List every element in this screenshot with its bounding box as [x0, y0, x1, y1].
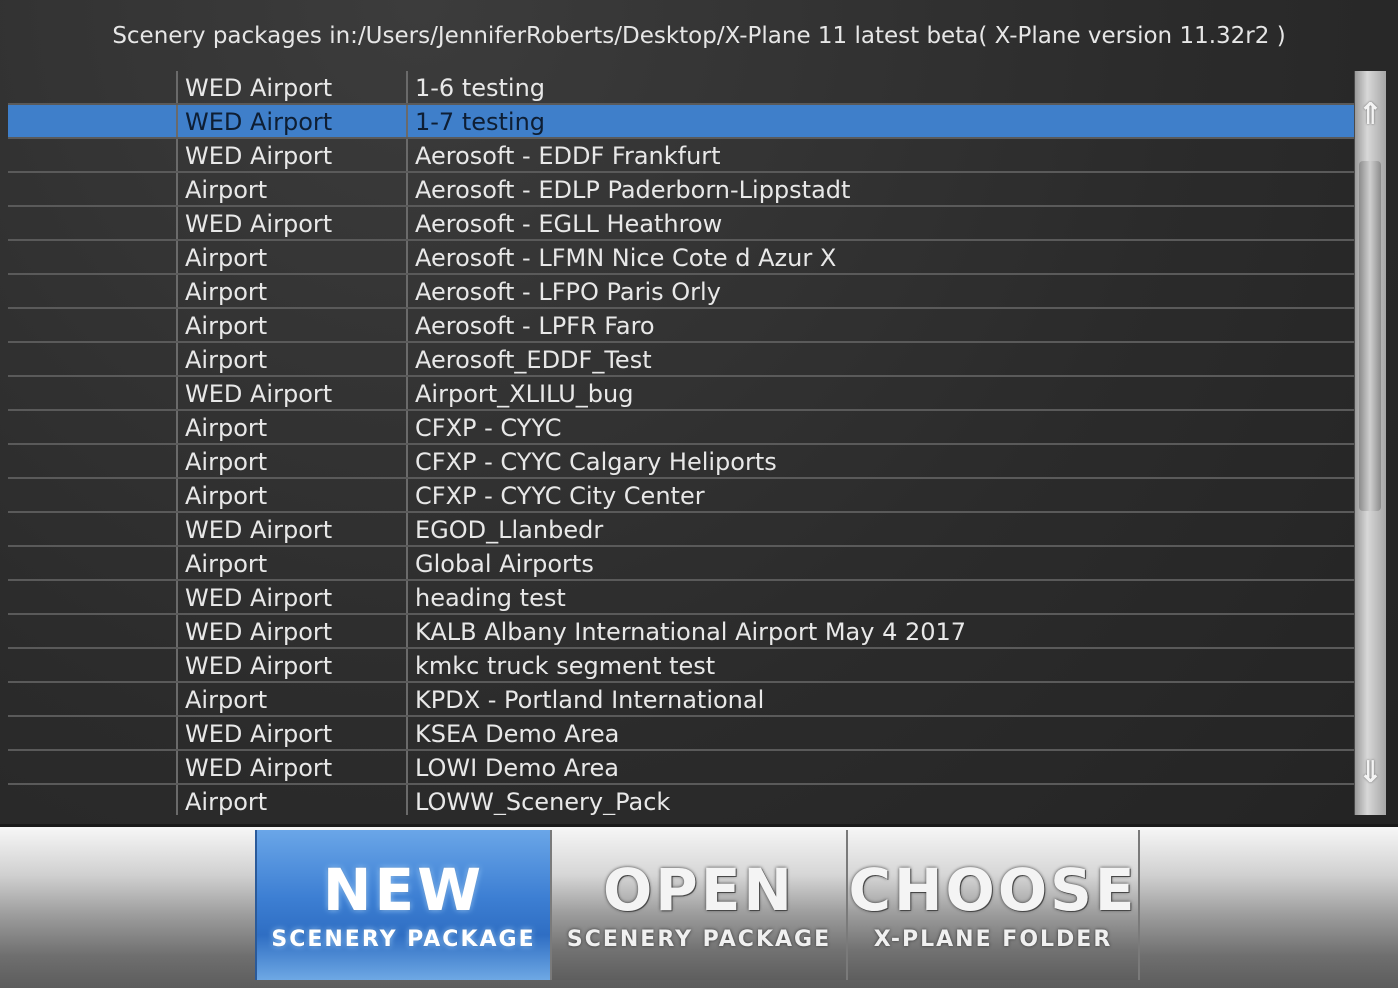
- package-type: WED Airport: [176, 71, 332, 103]
- package-row[interactable]: Airport Global Airports: [8, 547, 1354, 581]
- package-type: Airport: [176, 785, 267, 815]
- header-path: /Users/JenniferRoberts/Desktop/X-Plane 1…: [357, 23, 979, 49]
- package-row[interactable]: Airport Aerosoft - EDLP Paderborn-Lippsta…: [8, 173, 1354, 207]
- package-type: Airport: [176, 445, 267, 477]
- package-row[interactable]: Airport Aerosoft - LFPO Paris Orly: [8, 275, 1354, 309]
- package-name: EGOD_Llanbedr: [406, 513, 603, 545]
- package-row[interactable]: WED Airport KALB Albany International Air…: [8, 615, 1354, 649]
- package-name: 1-7 testing: [406, 105, 545, 137]
- package-name: Aerosoft_EDDF_Test: [406, 343, 652, 375]
- package-type: Airport: [176, 309, 267, 341]
- list-scrollbar[interactable]: ⇑ ⇓: [1354, 71, 1386, 815]
- package-type: Airport: [176, 173, 267, 205]
- package-type: WED Airport: [176, 105, 332, 137]
- open-button-subtitle: SCENERY PACKAGE: [566, 926, 832, 952]
- package-name: Aerosoft - EDDF Frankfurt: [406, 139, 721, 171]
- package-type: WED Airport: [176, 207, 332, 239]
- package-type: WED Airport: [176, 139, 332, 171]
- package-name: Aerosoft - LFMN Nice Cote d Azur X: [406, 241, 836, 273]
- package-row[interactable]: WED Airport EGOD_Llanbedr: [8, 513, 1354, 547]
- new-button-title: NEW: [322, 855, 485, 924]
- package-name: CFXP - CYYC Calgary Heliports: [406, 445, 777, 477]
- package-row[interactable]: Airport CFXP - CYYC Calgary Heliports: [8, 445, 1354, 479]
- package-row[interactable]: WED Airport 1-6 testing: [8, 71, 1354, 105]
- package-row[interactable]: Airport Aerosoft_EDDF_Test: [8, 343, 1354, 377]
- package-type: WED Airport: [176, 649, 332, 681]
- package-name: 1-6 testing: [406, 71, 545, 103]
- package-row[interactable]: WED Airport kmkc truck segment test: [8, 649, 1354, 683]
- choose-xplane-folder-button[interactable]: CHOOSE X-PLANE FOLDER: [846, 830, 1140, 980]
- package-row[interactable]: Airport Aerosoft - LFMN Nice Cote d Azur …: [8, 241, 1354, 275]
- package-name: CFXP - CYYC: [406, 411, 562, 443]
- package-name: KALB Albany International Airport May 4 …: [406, 615, 966, 647]
- package-type: Airport: [176, 683, 267, 715]
- new-scenery-package-button[interactable]: NEW SCENERY PACKAGE: [255, 830, 552, 980]
- package-row[interactable]: Airport KPDX - Portland International: [8, 683, 1354, 717]
- package-type: Airport: [176, 241, 267, 273]
- package-name: Aerosoft - LPFR Faro: [406, 309, 655, 341]
- package-name: Aerosoft - EGLL Heathrow: [406, 207, 722, 239]
- package-type: Airport: [176, 547, 267, 579]
- package-name: CFXP - CYYC City Center: [406, 479, 705, 511]
- package-type: WED Airport: [176, 377, 332, 409]
- header-version: ( X-Plane version 11.32r2 ): [978, 23, 1286, 49]
- package-name: KPDX - Portland International: [406, 683, 764, 715]
- package-name: Global Airports: [406, 547, 594, 579]
- package-type: Airport: [176, 479, 267, 511]
- package-row[interactable]: Airport CFXP - CYYC City Center: [8, 479, 1354, 513]
- package-type: WED Airport: [176, 581, 332, 613]
- package-type: Airport: [176, 411, 267, 443]
- choose-button-title: CHOOSE: [848, 855, 1138, 924]
- package-name: Aerosoft - LFPO Paris Orly: [406, 275, 721, 307]
- package-row[interactable]: WED Airport 1-7 testing: [8, 105, 1354, 139]
- package-row[interactable]: Airport LOWW_Scenery_Pack: [8, 785, 1354, 815]
- header-prefix: Scenery packages in:: [112, 23, 358, 49]
- package-name: LOWW_Scenery_Pack: [406, 785, 670, 815]
- package-name: LOWI Demo Area: [406, 751, 619, 783]
- package-name: kmkc truck segment test: [406, 649, 715, 681]
- scenery-package-list[interactable]: WED Airport 1-6 testing WED Airport 1-7 tes…: [8, 71, 1354, 815]
- package-name: Airport_XLILU_bug: [406, 377, 633, 409]
- package-row[interactable]: Airport CFXP - CYYC: [8, 411, 1354, 445]
- new-button-subtitle: SCENERY PACKAGE: [271, 926, 536, 952]
- package-type: Airport: [176, 343, 267, 375]
- package-name: KSEA Demo Area: [406, 717, 619, 749]
- package-row[interactable]: WED Airport Airport_XLILU_bug: [8, 377, 1354, 411]
- package-row[interactable]: WED Airport Aerosoft - EGLL Heathrow: [8, 207, 1354, 241]
- open-scenery-package-button[interactable]: OPEN SCENERY PACKAGE: [550, 830, 848, 980]
- package-type: WED Airport: [176, 513, 332, 545]
- arrow-down-icon[interactable]: ⇓: [1355, 729, 1386, 815]
- package-row[interactable]: WED Airport KSEA Demo Area: [8, 717, 1354, 751]
- package-row[interactable]: Airport Aerosoft - LPFR Faro: [8, 309, 1354, 343]
- scrollbar-thumb[interactable]: [1359, 161, 1381, 511]
- scenery-manager-window: Scenery packages in: /Users/JenniferRobe…: [0, 0, 1398, 988]
- package-type: WED Airport: [176, 751, 332, 783]
- package-type: WED Airport: [176, 717, 332, 749]
- package-row[interactable]: WED Airport heading test: [8, 581, 1354, 615]
- package-name: heading test: [406, 581, 566, 613]
- arrow-up-icon[interactable]: ⇑: [1355, 71, 1386, 157]
- choose-button-subtitle: X-PLANE FOLDER: [873, 926, 1113, 952]
- package-type: WED Airport: [176, 615, 332, 647]
- bottom-toolbar: NEW SCENERY PACKAGE OPEN SCENERY PACKAGE…: [0, 824, 1398, 988]
- package-row[interactable]: WED Airport LOWI Demo Area: [8, 751, 1354, 785]
- package-name: Aerosoft - EDLP Paderborn-Lippstadt: [406, 173, 850, 205]
- package-type: Airport: [176, 275, 267, 307]
- scenery-path-header: Scenery packages in: /Users/JenniferRobe…: [0, 0, 1398, 72]
- open-button-title: OPEN: [603, 855, 795, 924]
- package-row[interactable]: WED Airport Aerosoft - EDDF Frankfurt: [8, 139, 1354, 173]
